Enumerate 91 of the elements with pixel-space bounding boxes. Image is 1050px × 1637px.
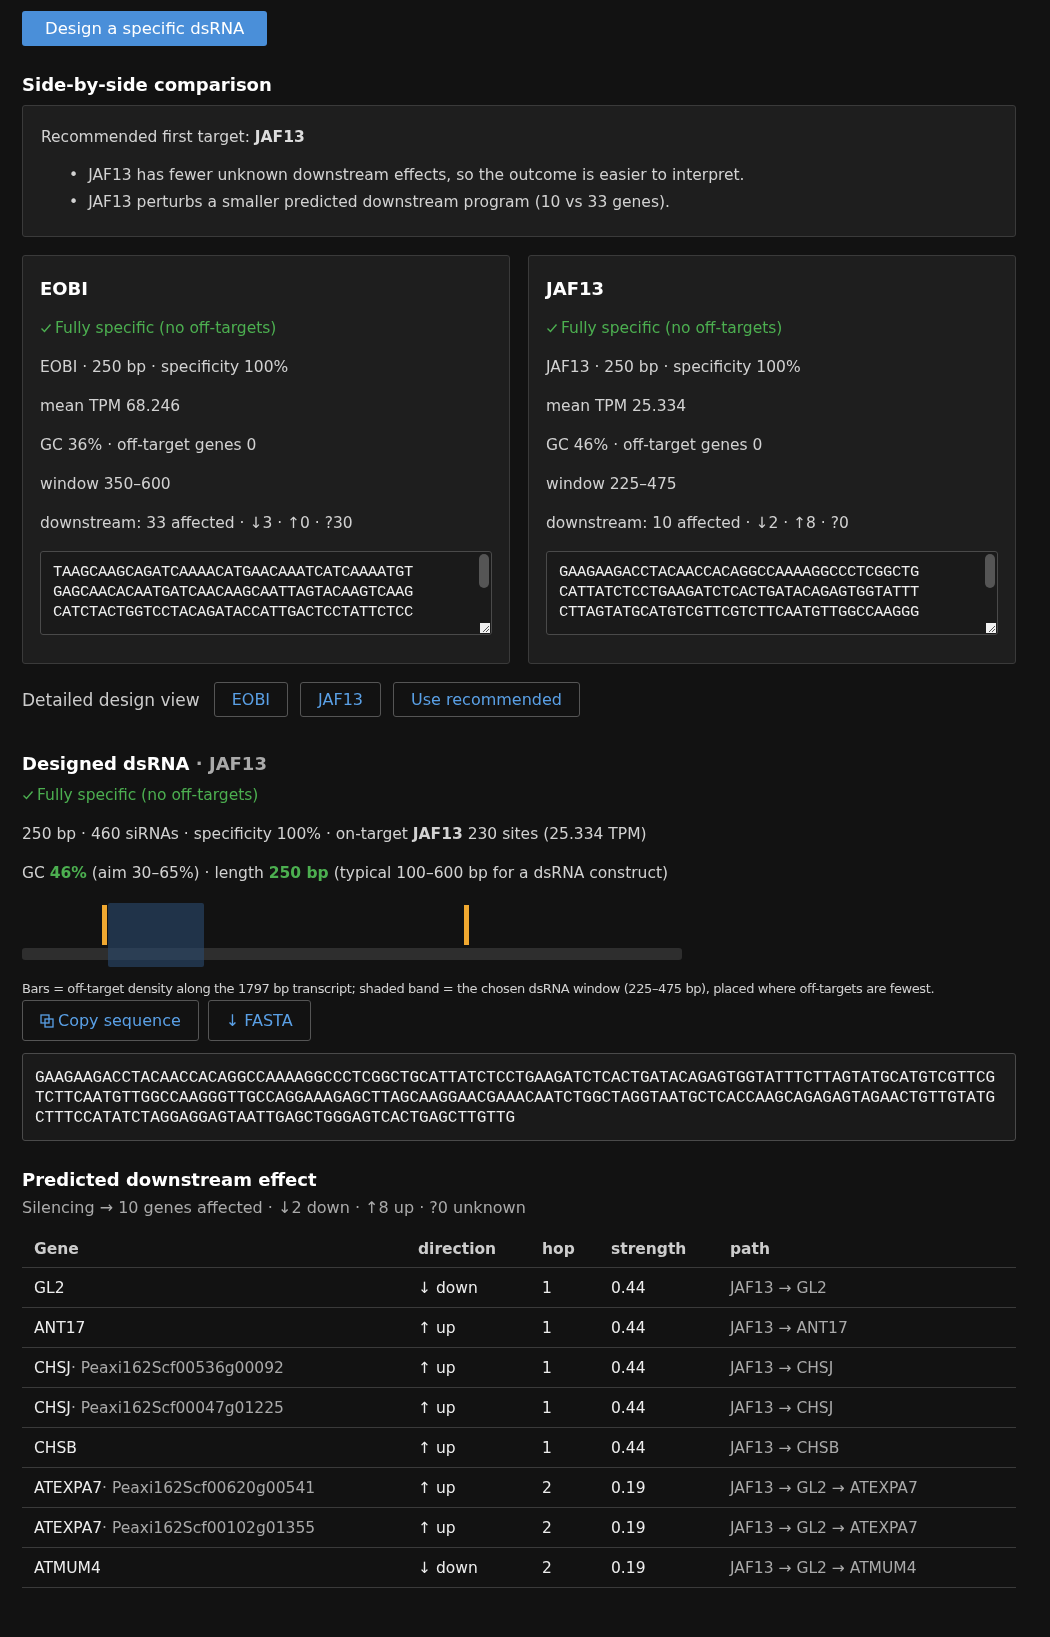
check-icon xyxy=(40,322,52,334)
status-text: Fully specific (no off-targets) xyxy=(37,785,259,806)
card-fact: GC 46% · off-target genes 0 xyxy=(546,435,764,456)
gene-cell: CHSJ· Peaxi162Scf00047g01225 xyxy=(22,1387,406,1428)
path-cell: JAF13 → GL2 xyxy=(718,1267,1016,1308)
gene-cell: ATEXPA7· Peaxi162Scf00102g01355 xyxy=(22,1507,406,1548)
reason-item: JAF13 perturbs a smaller predicted downstream program (10 vs 33 genes). xyxy=(88,192,670,213)
strength-cell: 0.44 xyxy=(599,1347,718,1388)
card-fact: window 225–475 xyxy=(546,474,678,495)
direction-cell: ↑ up xyxy=(406,1507,530,1548)
recommended-target: JAF13 xyxy=(254,128,305,146)
card-fact: mean TPM 68.246 xyxy=(40,396,182,417)
sequence-field[interactable]: GAAGAAGACCTACAACCACAGGCCAAAAGGCCCTCGGCTG CATTATCTCCTGAAGATCTCACTGATACAGAGTGGTATTT CTTAGTATGCATGTCGTTCGTCTTCAATGTTGGCCAAGGG xyxy=(546,551,998,635)
recommendation-label: Recommended first target: xyxy=(41,128,250,146)
bullet: • xyxy=(69,165,79,186)
gene-cell: ATEXPA7· Peaxi162Scf00620g00541 xyxy=(22,1467,406,1508)
card-fact: window 350–600 xyxy=(40,474,172,495)
path-cell: JAF13 → CHSJ xyxy=(718,1387,1016,1428)
direction-cell: ↑ up xyxy=(406,1307,530,1348)
card-title: EOBI xyxy=(40,278,89,299)
card-title: JAF13 xyxy=(546,278,605,299)
hop-cell: 1 xyxy=(530,1307,599,1348)
section-heading: Side-by-side comparison xyxy=(22,74,273,95)
gene-cell: GL2 xyxy=(22,1267,406,1308)
card-fact: downstream: 10 affected · ↓2 · ↑8 · ?0 xyxy=(546,513,850,534)
sequence-field[interactable]: TAAGCAAGCAGATCAAAACATGAACAAATCATCAAAATGT GAGCAACACAATGATCAACAAGCAATTAGTACAAGTCAAG CATCTACTGGTCCTACAGATACCATTGACTCCTATTCTCC xyxy=(40,551,492,635)
copy-button[interactable]: Copy sequence xyxy=(22,1000,199,1041)
direction-cell: ↓ down xyxy=(406,1547,530,1588)
strip-caption: Bars = off-target density along the 1797 bp transcript; shaded band = the chosen dsRNA window (225–475 bp), placed where off-targets are fewest. xyxy=(22,981,936,996)
column-header: path xyxy=(718,1231,1016,1268)
gene-cell: CHSJ· Peaxi162Scf00536g00092 xyxy=(22,1347,406,1388)
copy-icon xyxy=(40,1013,54,1028)
hop-cell: 2 xyxy=(530,1507,599,1548)
path-cell: JAF13 → GL2 → ATEXPA7 xyxy=(718,1467,1016,1508)
direction-cell: ↑ up xyxy=(406,1427,530,1468)
detail-view-label: Detailed design view xyxy=(22,689,200,710)
check-icon xyxy=(546,322,558,334)
downstream-summary: Silencing → 10 genes affected · ↓2 down · ↑8 up · ?0 unknown xyxy=(22,1198,527,1217)
scrollbar-thumb[interactable] xyxy=(985,554,995,588)
column-header: hop xyxy=(530,1231,599,1268)
card-fact: mean TPM 25.334 xyxy=(546,396,688,417)
section-heading: Predicted downstream effect xyxy=(22,1169,318,1190)
strength-cell: 0.44 xyxy=(599,1427,718,1468)
hop-cell: 1 xyxy=(530,1427,599,1468)
view-button[interactable]: EOBI xyxy=(213,682,289,717)
path-cell: JAF13 → CHSJ xyxy=(718,1347,1016,1388)
column-header: direction xyxy=(406,1231,530,1268)
gene-cell: ANT17 xyxy=(22,1307,406,1348)
strength-cell: 0.19 xyxy=(599,1507,718,1548)
strength-cell: 0.19 xyxy=(599,1467,718,1508)
gene-cell: ATMUM4 xyxy=(22,1547,406,1588)
column-header: strength xyxy=(599,1231,718,1268)
status-text: Fully specific (no off-targets) xyxy=(55,318,277,339)
path-cell: JAF13 → GL2 → ATMUM4 xyxy=(718,1547,1016,1588)
design-title: Designed dsRNA xyxy=(22,753,190,774)
card-fact: GC 36% · off-target genes 0 xyxy=(40,435,258,456)
design-summary: 250 bp · 460 siRNAs · specificity 100% · on-target JAF13 230 sites (25.334 TPM) xyxy=(22,824,648,845)
strength-cell: 0.44 xyxy=(599,1387,718,1428)
card-fact: EOBI · 250 bp · specificity 100% xyxy=(40,357,290,378)
sequence-field[interactable]: GAAGAAGACCTACAACCACAGGCCAAAAGGCCCTCGGCTGCATTATCTCCTGAAGATCTCACTGATACAGAGTGGTATTTCTTAGTATGCATGTCGTTCGTCTTCAATGTTGGCCAAGGGTTGCCAGGAAAGAGCTTAGCAAGGAACGAAACAATCTGGCTAGGTAATGCTCACCAAGCAGAGAGTAGAACTGTTGTATGCTTTCCATATCTAGGAGGAGTAATTGAGCTGGGAGTCACTGAGCTTGTTG xyxy=(22,1053,1016,1141)
gc-summary: GC 46% (aim 30–65%) · length 250 bp (typical 100–600 bp for a dsRNA construct) xyxy=(22,863,670,884)
column-header: Gene xyxy=(22,1231,406,1268)
direction-cell: ↑ up xyxy=(406,1467,530,1508)
direction-cell: ↑ up xyxy=(406,1347,530,1388)
hop-cell: 1 xyxy=(530,1267,599,1308)
hop-cell: 1 xyxy=(530,1387,599,1428)
download-button[interactable]: ↓ FASTA xyxy=(207,1000,311,1041)
card-fact: downstream: 33 affected · ↓3 · ↑0 · ?30 xyxy=(40,513,354,534)
scrollbar-thumb[interactable] xyxy=(479,554,489,588)
strength-cell: 0.19 xyxy=(599,1547,718,1588)
strength-cell: 0.44 xyxy=(599,1267,718,1308)
view-button[interactable]: Use recommended xyxy=(393,682,580,717)
hop-cell: 2 xyxy=(530,1467,599,1508)
hop-cell: 1 xyxy=(530,1347,599,1388)
hop-cell: 2 xyxy=(530,1547,599,1588)
check-icon xyxy=(22,789,34,801)
resize-grip-icon[interactable] xyxy=(986,623,996,633)
gene-cell: CHSB xyxy=(22,1427,406,1468)
card-fact: JAF13 · 250 bp · specificity 100% xyxy=(546,357,802,378)
status-text: Fully specific (no off-targets) xyxy=(561,318,783,339)
design-target: · JAF13 xyxy=(195,753,267,774)
reason-item: JAF13 has fewer unknown downstream effects, so the outcome is easier to interpret. xyxy=(88,165,745,186)
resize-grip-icon[interactable] xyxy=(480,623,490,633)
path-cell: JAF13 → ANT17 xyxy=(718,1307,1016,1348)
path-cell: JAF13 → GL2 → ATEXPA7 xyxy=(718,1507,1016,1548)
bullet: • xyxy=(69,192,79,213)
direction-cell: ↑ up xyxy=(406,1387,530,1428)
path-cell: JAF13 → CHSB xyxy=(718,1427,1016,1468)
strength-cell: 0.44 xyxy=(599,1307,718,1348)
direction-cell: ↓ down xyxy=(406,1267,530,1308)
view-button[interactable]: JAF13 xyxy=(300,682,382,717)
